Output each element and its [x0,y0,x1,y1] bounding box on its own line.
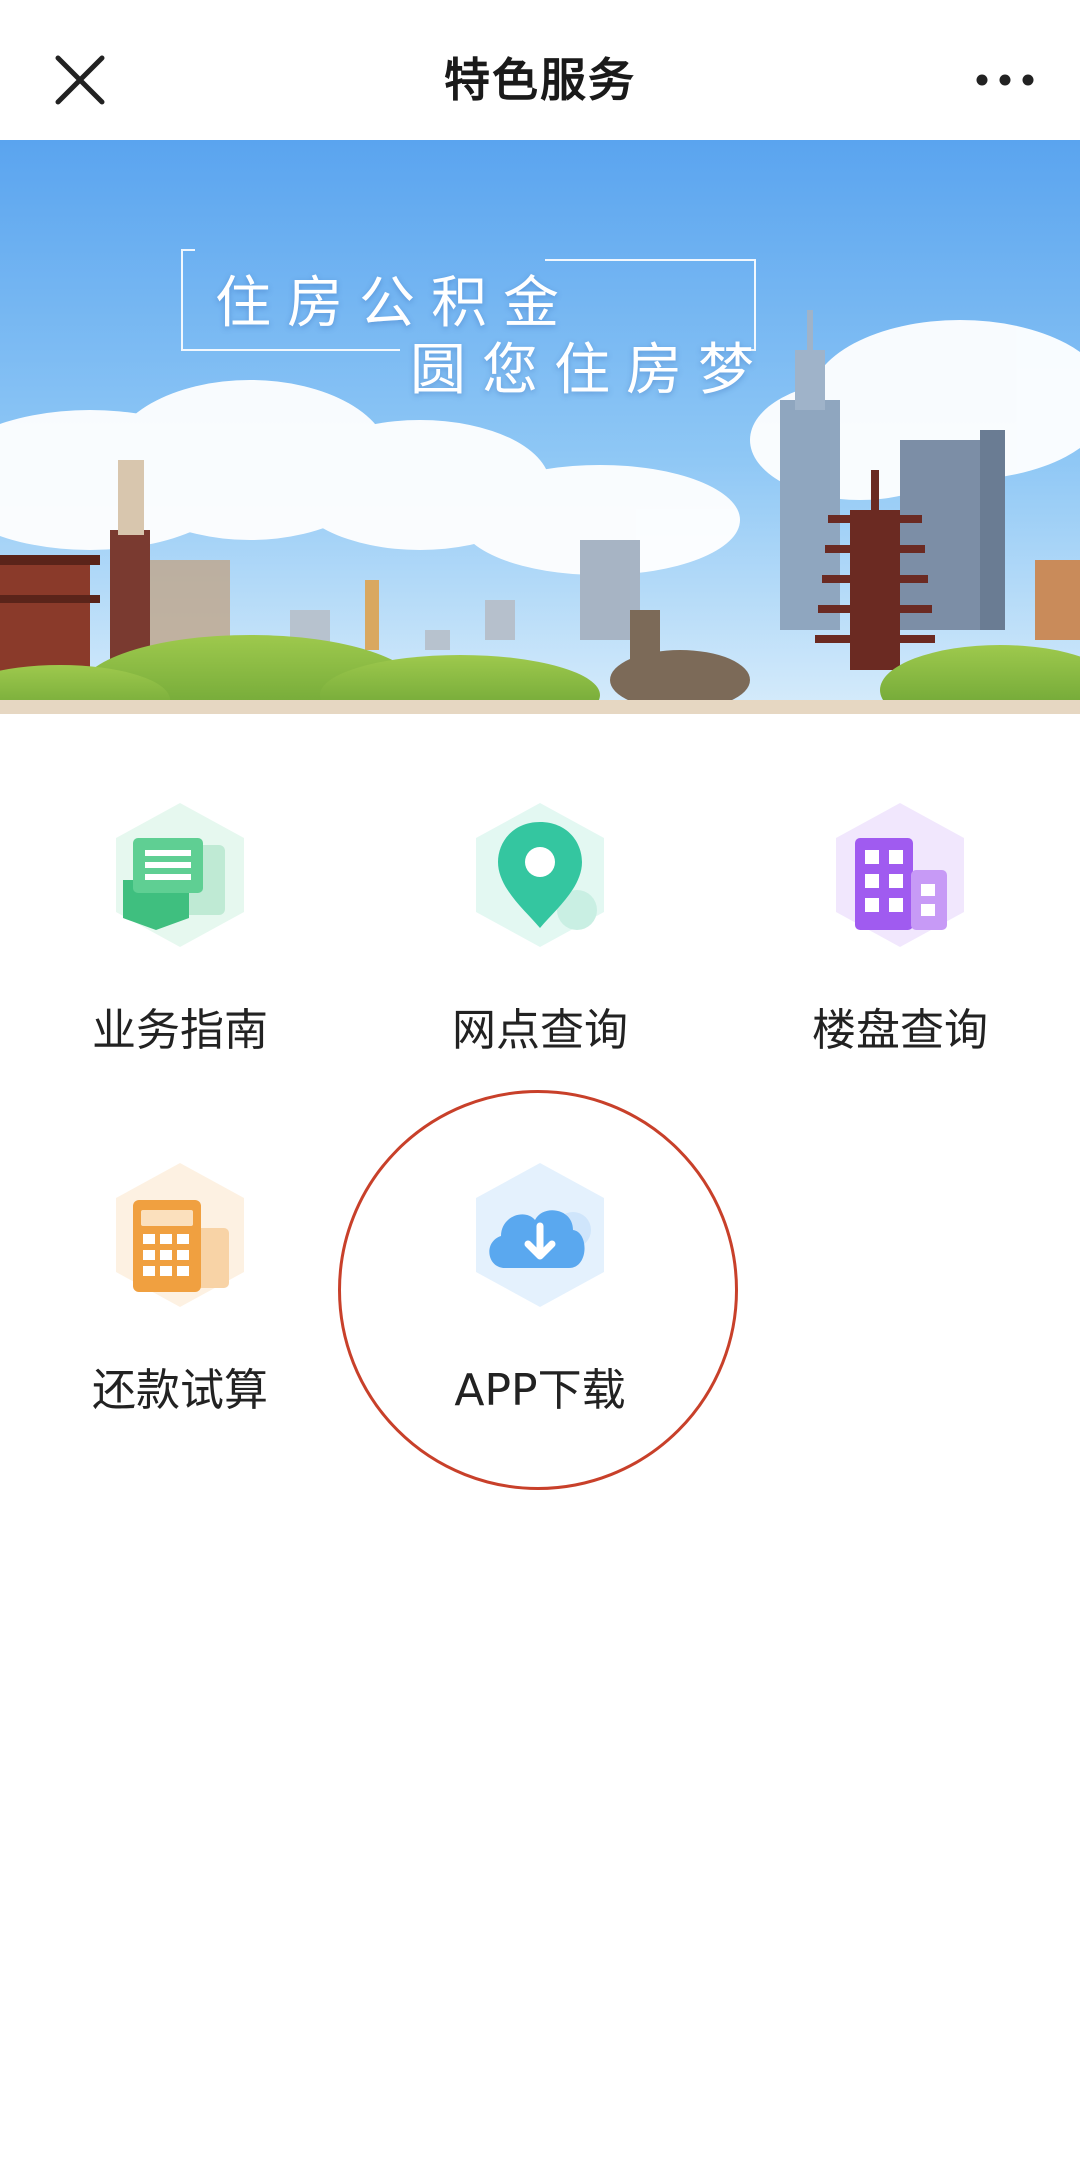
service-business-guide[interactable]: 业务指南 [30,714,330,1056]
page-title: 特色服务 [444,53,636,107]
service-outlet-search[interactable]: 网点查询 [390,714,690,1056]
building-icon [836,803,964,947]
guide-document-icon [116,803,244,947]
service-label: 网点查询 [452,1005,628,1056]
service-property-search[interactable]: 楼盘查询 [750,714,1050,1056]
service-label: 业务指南 [92,1005,268,1056]
top-bar: 特色服务 [0,0,1080,140]
location-pin-icon [476,803,604,947]
service-label: 楼盘查询 [812,1005,988,1056]
service-repayment-calc[interactable]: 还款试算 [30,1074,330,1416]
banner-slogan-line2: 圆您住房梦 [410,338,770,403]
more-icon[interactable] [970,60,1040,100]
service-app-download[interactable]: APP下载 [390,1074,690,1416]
service-label: 还款试算 [92,1365,268,1416]
hero-banner: 住房公积金 圆您住房梦 [0,140,1080,714]
calculator-icon [116,1163,244,1307]
service-label: APP下载 [454,1365,626,1416]
cloud-download-icon [476,1163,604,1307]
